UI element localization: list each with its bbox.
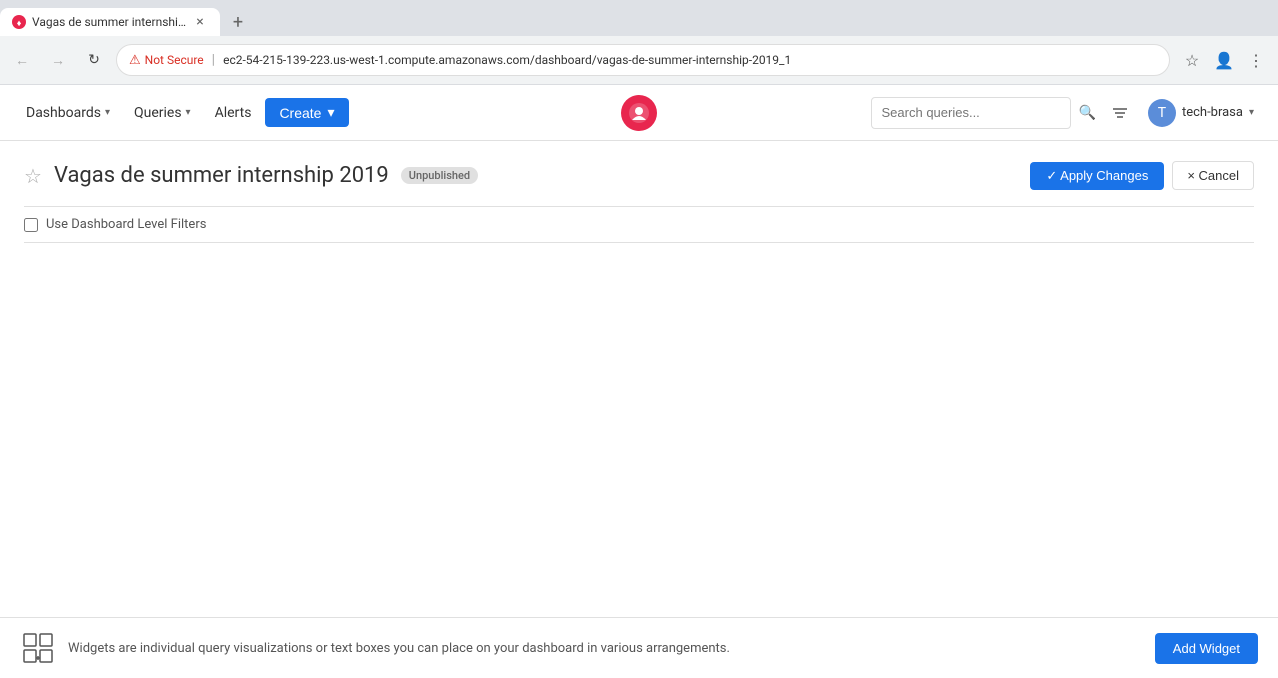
dashboards-chevron-icon: ▾: [105, 107, 110, 118]
dashboards-label: Dashboards: [26, 105, 101, 121]
filter-label: Use Dashboard Level Filters: [46, 217, 206, 232]
warning-icon: ⚠: [129, 53, 141, 68]
bottom-bar: Widgets are individual query visualizati…: [0, 617, 1278, 678]
add-widget-button[interactable]: Add Widget: [1155, 633, 1258, 664]
queries-chevron-icon: ▾: [186, 107, 191, 118]
bottom-bar-left: Widgets are individual query visualizati…: [20, 630, 730, 666]
bottom-bar-description: Widgets are individual query visualizati…: [68, 641, 730, 656]
apply-changes-button[interactable]: ✓ Apply Changes: [1030, 162, 1164, 190]
queries-nav-item[interactable]: Queries ▾: [124, 99, 201, 127]
cancel-button[interactable]: × Cancel: [1172, 161, 1254, 190]
queries-label: Queries: [134, 105, 182, 121]
browser-menu-button[interactable]: ⋮: [1242, 46, 1270, 74]
address-bar-right: ☆ 👤 ⋮: [1178, 46, 1270, 74]
dashboard-content: ☆ Vagas de summer internship 2019 Unpubl…: [0, 141, 1278, 263]
filter-icon: [1111, 104, 1129, 122]
browser-chrome: ♦ Vagas de summer internship 2... × + ← …: [0, 0, 1278, 85]
tab-bar: ♦ Vagas de summer internship 2... × +: [0, 0, 1278, 36]
active-tab[interactable]: ♦ Vagas de summer internship 2... ×: [0, 8, 220, 36]
url-bar[interactable]: ⚠ Not Secure | ec2-54-215-139-223.us-wes…: [116, 44, 1170, 76]
dashboards-nav-item[interactable]: Dashboards ▾: [16, 99, 120, 127]
not-secure-indicator: ⚠ Not Secure: [129, 53, 204, 68]
search-icon-button[interactable]: 🔍: [1075, 101, 1100, 125]
filter-icon-button[interactable]: [1104, 97, 1136, 129]
user-name-label: tech-brasa: [1182, 105, 1243, 120]
search-bar[interactable]: [871, 97, 1071, 129]
address-bar: ← → ↻ ⚠ Not Secure | ec2-54-215-139-223.…: [0, 36, 1278, 84]
widget-grid-icon: [22, 632, 54, 664]
dashboard-header: ☆ Vagas de summer internship 2019 Unpubl…: [24, 161, 1254, 190]
not-secure-label: Not Secure: [145, 53, 204, 67]
app-nav: Dashboards ▾ Queries ▾ Alerts Create ▾ 🔍: [0, 85, 1278, 141]
reload-button[interactable]: ↻: [80, 46, 108, 74]
star-page-button[interactable]: ☆: [1178, 46, 1206, 74]
logo-icon: [628, 102, 650, 124]
tab-favicon: ♦: [12, 15, 26, 29]
create-chevron-icon: ▾: [327, 104, 334, 121]
tab-title: Vagas de summer internship 2...: [32, 15, 186, 29]
alerts-label: Alerts: [215, 105, 252, 121]
header-actions: ✓ Apply Changes × Cancel: [1030, 161, 1254, 190]
alerts-nav-item[interactable]: Alerts: [205, 99, 262, 127]
svg-text:♦: ♦: [17, 19, 22, 29]
back-button[interactable]: ←: [8, 46, 36, 74]
filter-row: Use Dashboard Level Filters: [24, 206, 1254, 243]
new-tab-button[interactable]: +: [224, 8, 252, 36]
favorite-button[interactable]: ☆: [24, 164, 42, 188]
dashboard-title-area: ☆ Vagas de summer internship 2019 Unpubl…: [24, 163, 478, 188]
user-chevron-icon: ▾: [1249, 107, 1254, 118]
search-input[interactable]: [882, 105, 1060, 120]
url-separator: |: [212, 52, 215, 68]
create-button[interactable]: Create ▾: [265, 98, 348, 127]
user-menu-button[interactable]: T tech-brasa ▾: [1140, 95, 1262, 131]
url-text: ec2-54-215-139-223.us-west-1.compute.ama…: [223, 53, 1157, 67]
tab-close-button[interactable]: ×: [192, 14, 208, 30]
user-avatar: T: [1148, 99, 1176, 127]
app-logo: [621, 95, 657, 131]
forward-button[interactable]: →: [44, 46, 72, 74]
profile-button[interactable]: 👤: [1210, 46, 1238, 74]
logo-circle: [621, 95, 657, 131]
dashboard-title: Vagas de summer internship 2019: [54, 163, 389, 188]
dashboard-filter-checkbox[interactable]: [24, 218, 38, 232]
widget-icon: [20, 630, 56, 666]
unpublished-badge: Unpublished: [401, 167, 478, 184]
create-label: Create: [279, 105, 321, 121]
